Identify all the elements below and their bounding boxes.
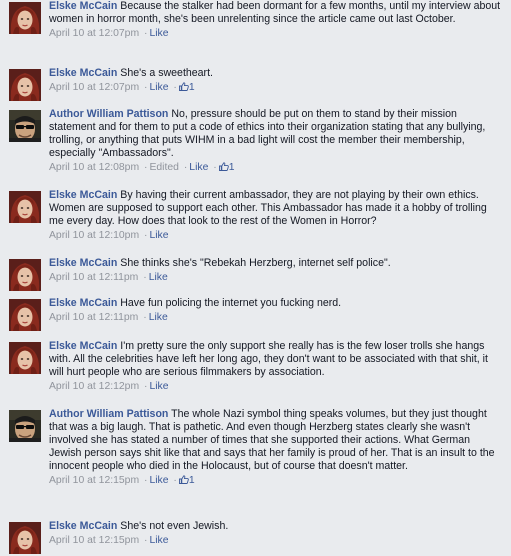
elske-avatar-image <box>9 299 41 331</box>
comment-meta: April 10 at 12:07pm · Like · 1 <box>49 81 504 94</box>
comment-meta: April 10 at 12:11pm · Like <box>49 311 504 324</box>
separator-dot: · <box>144 28 148 39</box>
separator-dot: · <box>173 82 177 93</box>
like-count-number: 1 <box>188 475 195 486</box>
separator-dot: · <box>144 475 148 486</box>
comment-body: Author William Pattison No, pressure sho… <box>49 108 504 174</box>
separator-dot: · <box>143 272 147 283</box>
thumbs-up-icon <box>218 162 229 171</box>
timestamp-link[interactable]: April 10 at 12:15pm <box>49 535 139 546</box>
comment-body: Elske McCain She's not even Jewish. Apri… <box>49 520 504 547</box>
william-avatar[interactable] <box>9 410 41 442</box>
elske-avatar[interactable] <box>9 191 41 223</box>
elske-avatar-image <box>9 69 41 101</box>
like-link[interactable]: Like <box>149 28 168 39</box>
like-count[interactable]: 1 <box>178 82 195 93</box>
comment-text: Have fun policing the internet you fucki… <box>120 297 342 309</box>
like-link[interactable]: Like <box>189 162 208 173</box>
like-link[interactable]: Like <box>149 272 168 283</box>
elske-avatar-image <box>9 342 41 374</box>
like-link[interactable]: Like <box>149 82 168 93</box>
comment-meta: April 10 at 12:10pm · Like <box>49 229 504 242</box>
elske-avatar[interactable] <box>9 299 41 331</box>
comment-text: She's a sweetheart. <box>120 67 213 79</box>
comment-meta: April 10 at 12:15pm · Like · 1 <box>49 474 504 487</box>
comment-text: Because the stalker had been dormant for… <box>49 0 501 25</box>
like-count-number: 1 <box>188 82 195 93</box>
like-link[interactable]: Like <box>149 230 168 241</box>
elske-avatar-image <box>9 191 41 223</box>
timestamp-link[interactable]: April 10 at 12:10pm <box>49 230 139 241</box>
author-name-link[interactable]: Elske McCain <box>49 297 117 309</box>
timestamp-link[interactable]: April 10 at 12:12pm <box>49 381 139 392</box>
william-avatar-image <box>9 110 41 142</box>
comment-meta: April 10 at 12:08pm · Edited · Like · 1 <box>49 161 504 174</box>
separator-dot: · <box>144 535 148 546</box>
separator-dot: · <box>144 162 148 173</box>
timestamp-link[interactable]: April 10 at 12:07pm <box>49 28 139 39</box>
comment-meta: April 10 at 12:11pm · Like <box>49 271 504 284</box>
comment-thread: Elske McCain Because the stalker had bee… <box>0 0 511 556</box>
comment-meta: April 10 at 12:15pm · Like <box>49 534 504 547</box>
elske-avatar-image <box>9 2 41 34</box>
author-name-link[interactable]: Elske McCain <box>49 67 117 79</box>
like-count-wrap[interactable]: · 1 <box>211 162 234 173</box>
comment-body: Elske McCain She thinks she's "Rebekah H… <box>49 257 504 284</box>
author-name-link[interactable]: Author William Pattison <box>49 108 168 120</box>
elske-avatar[interactable] <box>9 69 41 101</box>
like-count-wrap[interactable]: · 1 <box>171 82 194 93</box>
comment-body: Elske McCain She's a sweetheart. April 1… <box>49 67 504 94</box>
author-name-link[interactable]: Author William Pattison <box>49 408 168 420</box>
separator-dot: · <box>183 162 188 173</box>
elske-avatar-image <box>9 259 41 291</box>
separator-dot: · <box>144 381 148 392</box>
timestamp-link[interactable]: April 10 at 12:11pm <box>49 272 138 283</box>
like-count-wrap[interactable]: · 1 <box>171 475 194 486</box>
elske-avatar[interactable] <box>9 522 41 554</box>
elske-avatar[interactable] <box>9 342 41 374</box>
comment-body: Elske McCain Have fun policing the inter… <box>49 297 504 324</box>
comment-text: She thinks she's "Rebekah Herzberg, inte… <box>120 257 391 269</box>
thumbs-up-icon <box>178 475 189 484</box>
like-count-number: 1 <box>228 162 235 173</box>
edited-wrap: · Edited <box>142 162 182 173</box>
author-name-link[interactable]: Elske McCain <box>49 0 117 12</box>
elske-avatar-image <box>9 522 41 554</box>
elske-avatar[interactable] <box>9 259 41 291</box>
like-link[interactable]: Like <box>149 381 168 392</box>
separator-dot: · <box>143 312 147 323</box>
thumbs-up-icon <box>178 82 189 91</box>
author-name-link[interactable]: Elske McCain <box>49 520 117 532</box>
like-link[interactable]: Like <box>149 475 168 486</box>
comment-body: Elske McCain By having their current amb… <box>49 189 504 242</box>
comment-body: Elske McCain Because the stalker had bee… <box>49 0 504 40</box>
separator-dot: · <box>144 82 148 93</box>
comment-meta: April 10 at 12:12pm · Like <box>49 380 504 393</box>
comment-meta: April 10 at 12:07pm · Like <box>49 27 504 40</box>
comment-text: She's not even Jewish. <box>120 520 229 532</box>
timestamp-link[interactable]: April 10 at 12:15pm <box>49 475 139 486</box>
like-count[interactable]: 1 <box>218 162 235 173</box>
like-link[interactable]: Like <box>149 535 168 546</box>
author-name-link[interactable]: Elske McCain <box>49 257 117 269</box>
william-avatar[interactable] <box>9 110 41 142</box>
separator-dot: · <box>144 230 148 241</box>
timestamp-link[interactable]: April 10 at 12:08pm <box>49 162 139 173</box>
like-link[interactable]: Like <box>149 312 168 323</box>
comment-body: Elske McCain I'm pretty sure the only su… <box>49 340 504 393</box>
like-count[interactable]: 1 <box>178 475 195 486</box>
separator-dot: · <box>173 475 177 486</box>
elske-avatar[interactable] <box>9 2 41 34</box>
william-avatar-image <box>9 410 41 442</box>
timestamp-link[interactable]: April 10 at 12:11pm <box>49 312 138 323</box>
author-name-link[interactable]: Elske McCain <box>49 340 117 352</box>
timestamp-link[interactable]: April 10 at 12:07pm <box>49 82 139 93</box>
edited-label[interactable]: Edited <box>149 162 178 173</box>
author-name-link[interactable]: Elske McCain <box>49 189 117 201</box>
separator-dot: · <box>213 162 217 173</box>
comment-body: Author William Pattison The whole Nazi s… <box>49 408 504 487</box>
